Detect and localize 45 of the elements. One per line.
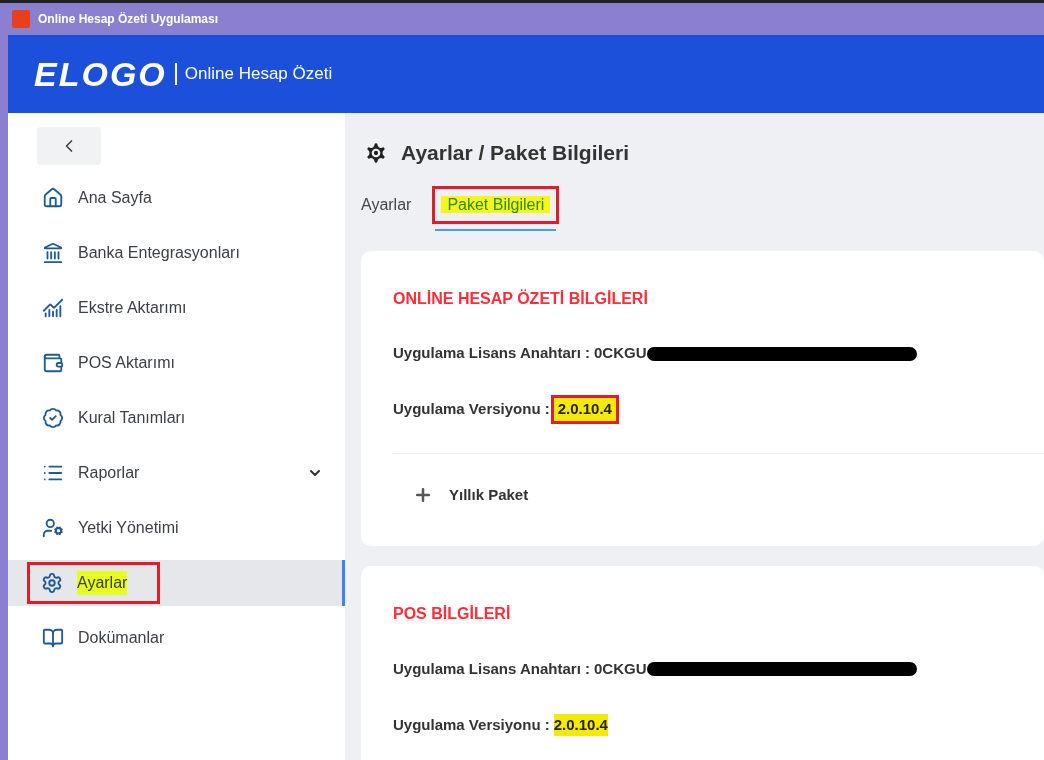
sidebar-item[interactable]: Ayarlar — [8, 560, 345, 606]
sidebar-label: POS Aktarımı — [78, 353, 175, 373]
window-title: Online Hesap Özeti Uygulaması — [38, 11, 219, 28]
field-value: 0CKGU — [594, 658, 647, 679]
book-icon — [42, 627, 64, 649]
page-title: Ayarlar / Paket Bilgileri — [401, 140, 629, 166]
package-toggle[interactable]: Yıllık Paket — [413, 483, 529, 506]
tab[interactable]: Ayarlar — [361, 188, 412, 231]
sidebar-label: Banka Entegrasyonları — [78, 243, 240, 263]
field-value: 0CKGU — [594, 343, 647, 364]
home-icon — [42, 187, 64, 209]
sidebar-label: Ayarlar — [77, 571, 128, 595]
sidebar-item[interactable]: Yetki Yönetimi — [8, 505, 345, 551]
card-title: ONLİNE HESAP ÖZETİ BİLGİLERİ — [393, 288, 649, 309]
field-label: Uygulama Lisans Anahtarı : — [393, 658, 590, 679]
sidebar-label: Ekstre Aktarımı — [78, 298, 187, 318]
user-icon — [42, 517, 64, 539]
sidebar-item[interactable]: Banka Entegrasyonları — [8, 230, 345, 276]
badge-check-icon — [42, 407, 64, 429]
sidebar-item[interactable]: POS Aktarımı — [8, 340, 345, 386]
field-value: 2.0.10.4 — [553, 398, 616, 421]
field-label: Uygulama Lisans Anahtarı : — [393, 343, 590, 364]
field-value: 2.0.10.4 — [553, 713, 608, 737]
sidebar-label: Raporlar — [78, 463, 140, 483]
sidebar-label: Kural Tanımları — [78, 408, 186, 428]
sidebar-item[interactable]: Dokümanlar — [8, 615, 345, 661]
field-label: Uygulama Versiyonu : — [393, 399, 550, 420]
bank-icon — [42, 242, 64, 264]
sidebar-item[interactable]: Ekstre Aktarımı — [8, 285, 345, 331]
field-label: Uygulama Versiyonu : — [393, 714, 550, 735]
sidebar-label: Dokümanlar — [78, 628, 165, 648]
sidebar-item[interactable]: Raporlar — [8, 450, 345, 496]
header-title: Online Hesap Özeti — [174, 63, 333, 85]
settings-icon — [41, 572, 63, 594]
card-title: POS BİLGİLERİ — [393, 604, 512, 624]
app-icon — [12, 10, 30, 28]
sidebar-item[interactable]: Ana Sayfa — [8, 175, 345, 221]
collapse-button[interactable] — [37, 127, 101, 165]
chart-icon — [42, 297, 64, 319]
sidebar-label: Yetki Yönetimi — [78, 518, 179, 538]
sidebar-item[interactable]: Kural Tanımları — [8, 395, 345, 441]
tab[interactable]: Paket Bilgileri — [435, 188, 557, 231]
wallet-icon — [42, 352, 64, 374]
logo: ELOGO — [34, 57, 167, 91]
sidebar-label: Ana Sayfa — [78, 188, 152, 208]
